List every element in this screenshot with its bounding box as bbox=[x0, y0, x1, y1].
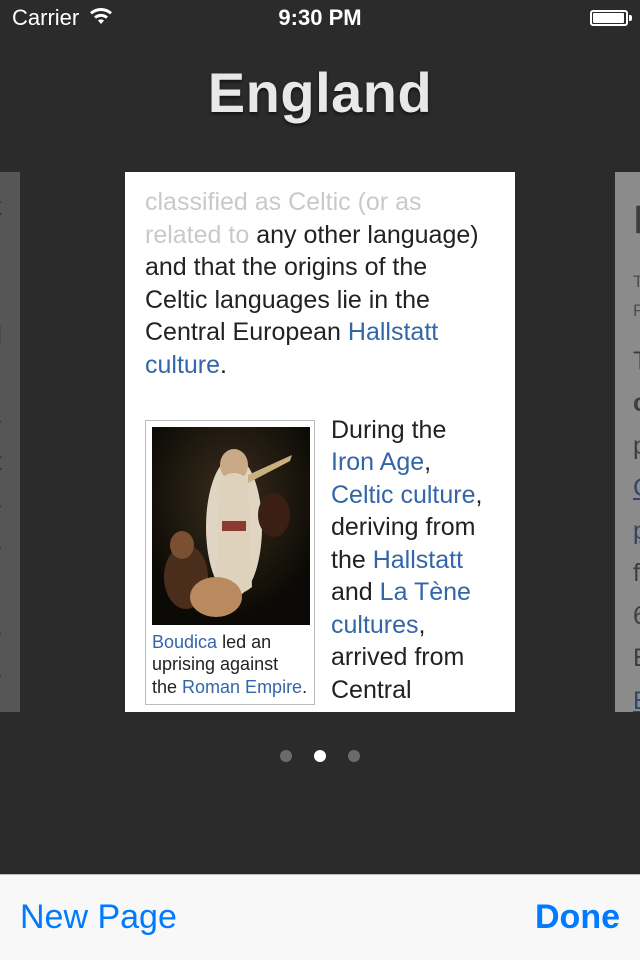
link-celtic-culture[interactable]: Celtic cul­ture bbox=[331, 481, 476, 509]
battery-icon bbox=[590, 10, 628, 26]
figure-boudica: Boudica led an uprising against the Roma… bbox=[145, 420, 315, 706]
card-previous[interactable]: k , d - ht ar- - el- eo- ork bbox=[0, 172, 20, 712]
link-roman-empire[interactable]: Roman Empire bbox=[182, 677, 302, 697]
dim-overlay bbox=[0, 172, 20, 712]
link-boudica[interactable]: Boudica bbox=[152, 632, 217, 652]
card-current[interactable]: classified as Celtic (or as related to a… bbox=[125, 172, 515, 712]
done-button[interactable]: Done bbox=[535, 898, 620, 937]
carrier-label: Carrier bbox=[12, 5, 79, 31]
link-iron-age[interactable]: Iron Age bbox=[331, 448, 424, 476]
article-text: . bbox=[220, 351, 227, 379]
page-dot-1[interactable] bbox=[314, 750, 326, 762]
dim-overlay bbox=[615, 172, 640, 712]
article-text: During the bbox=[331, 416, 446, 444]
bottom-toolbar: New Page Done bbox=[0, 874, 640, 960]
wifi-icon bbox=[89, 5, 113, 31]
card-next[interactable]: H This For Th cu pre Ce pe fro 6th BC Ea bbox=[615, 172, 640, 712]
figure-image[interactable] bbox=[152, 427, 310, 625]
page-dot-2[interactable] bbox=[348, 750, 360, 762]
status-bar: Carrier 9:30 PM bbox=[0, 0, 640, 36]
clock: 9:30 PM bbox=[278, 5, 361, 31]
figure-caption: Boudica led an uprising against the Roma… bbox=[152, 631, 308, 699]
link-hallstatt[interactable]: Hall­statt bbox=[373, 546, 463, 574]
page-dot-0[interactable] bbox=[280, 750, 292, 762]
page-indicator[interactable] bbox=[280, 750, 360, 762]
new-page-button[interactable]: New Page bbox=[20, 898, 177, 937]
page-title: England bbox=[0, 60, 640, 125]
card-carousel[interactable]: k , d - ht ar- - el- eo- ork classified … bbox=[0, 172, 640, 760]
